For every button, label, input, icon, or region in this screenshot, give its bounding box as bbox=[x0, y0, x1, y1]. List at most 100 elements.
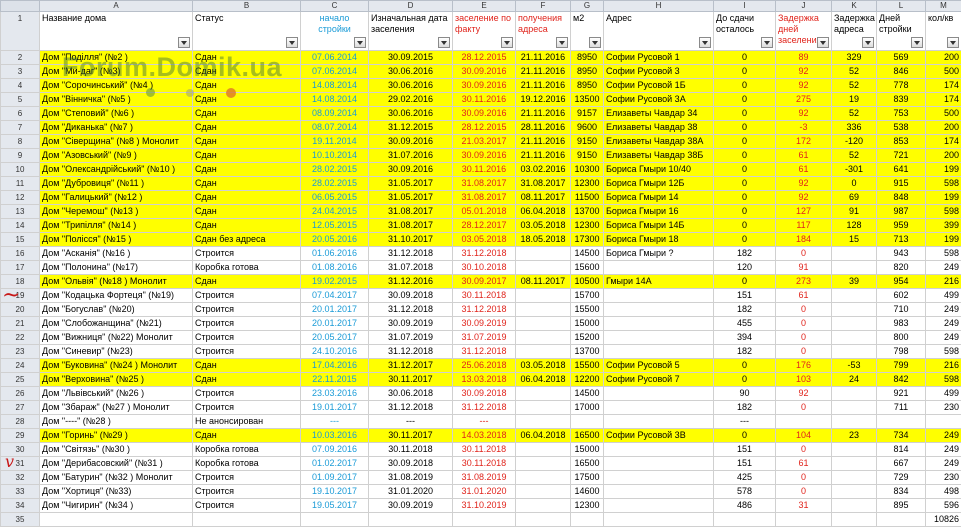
table-cell[interactable] bbox=[369, 513, 453, 527]
table-cell[interactable]: 598 bbox=[926, 345, 961, 359]
table-cell[interactable]: 14.08.2014 bbox=[301, 79, 369, 93]
table-cell[interactable]: 30.11.2018 bbox=[453, 443, 516, 457]
column-header-m[interactable]: M bbox=[926, 1, 961, 12]
table-cell[interactable]: -53 bbox=[832, 359, 877, 373]
table-cell[interactable]: Дом "Полонина" (№17) bbox=[40, 261, 193, 275]
table-cell[interactable]: 30.09.2019 bbox=[453, 317, 516, 331]
table-cell[interactable]: 172 bbox=[776, 135, 832, 149]
table-cell[interactable]: Софии Русовой 3 bbox=[604, 65, 714, 79]
table-cell[interactable]: 753 bbox=[877, 107, 926, 121]
table-cell[interactable]: 15600 bbox=[571, 261, 604, 275]
table-cell[interactable]: 92 bbox=[776, 79, 832, 93]
table-cell[interactable]: 30.06.2016 bbox=[369, 65, 453, 79]
table-cell[interactable]: 174 bbox=[926, 93, 961, 107]
filter-dropdown-icon[interactable] bbox=[761, 37, 773, 48]
table-cell[interactable]: 8950 bbox=[571, 65, 604, 79]
table-cell[interactable] bbox=[832, 289, 877, 303]
table-cell[interactable]: Дом "Диканька" (№7 ) bbox=[40, 121, 193, 135]
row-number[interactable]: 23 bbox=[1, 345, 40, 359]
table-cell[interactable]: 03.02.2016 bbox=[516, 163, 571, 177]
row-number[interactable]: 11 bbox=[1, 177, 40, 191]
table-cell[interactable]: Софии Русовой 3А bbox=[604, 93, 714, 107]
table-cell[interactable]: 01.09.2017 bbox=[301, 471, 369, 485]
table-cell[interactable]: Сдан bbox=[193, 135, 301, 149]
table-cell[interactable] bbox=[877, 513, 926, 527]
table-cell[interactable]: Софии Русовой 5 bbox=[604, 359, 714, 373]
filter-dropdown-icon[interactable] bbox=[589, 37, 601, 48]
table-cell[interactable]: 05.01.2018 bbox=[453, 205, 516, 219]
table-cell[interactable]: 598 bbox=[926, 247, 961, 261]
table-cell[interactable]: 19.01.2017 bbox=[301, 401, 369, 415]
row-number[interactable]: 16 bbox=[1, 247, 40, 261]
table-cell[interactable]: 0 bbox=[714, 65, 776, 79]
table-cell[interactable]: 498 bbox=[926, 485, 961, 499]
table-cell[interactable]: 03.05.2018 bbox=[516, 359, 571, 373]
table-cell[interactable]: 151 bbox=[714, 289, 776, 303]
row-number[interactable]: 18 bbox=[1, 275, 40, 289]
table-cell[interactable]: Строится bbox=[193, 345, 301, 359]
filter-dropdown-icon[interactable] bbox=[501, 37, 513, 48]
table-cell[interactable]: 0 bbox=[714, 107, 776, 121]
table-cell[interactable]: 15200 bbox=[571, 331, 604, 345]
table-cell[interactable]: 21.03.2017 bbox=[453, 135, 516, 149]
table-cell[interactable]: 31.07.2019 bbox=[369, 331, 453, 345]
table-cell[interactable] bbox=[604, 513, 714, 527]
table-cell[interactable]: 820 bbox=[877, 261, 926, 275]
table-cell[interactable]: Софии Русовой 7 bbox=[604, 373, 714, 387]
table-cell[interactable]: 03.05.2018 bbox=[516, 219, 571, 233]
column-header-g[interactable]: G bbox=[571, 1, 604, 12]
table-cell[interactable]: 641 bbox=[877, 163, 926, 177]
table-cell[interactable]: 799 bbox=[877, 359, 926, 373]
table-cell[interactable]: 30.09.2016 bbox=[453, 107, 516, 121]
table-cell[interactable]: 15000 bbox=[571, 317, 604, 331]
table-cell[interactable]: 713 bbox=[877, 233, 926, 247]
table-cell[interactable]: 249 bbox=[926, 457, 961, 471]
table-cell[interactable]: Строится bbox=[193, 247, 301, 261]
table-cell[interactable]: 19.10.2017 bbox=[301, 485, 369, 499]
table-cell[interactable]: 486 bbox=[714, 499, 776, 513]
table-cell[interactable]: 954 bbox=[877, 275, 926, 289]
table-cell[interactable]: 399 bbox=[926, 219, 961, 233]
table-cell[interactable]: Дом "Полісся" (№15 ) bbox=[40, 233, 193, 247]
table-cell[interactable]: 14500 bbox=[571, 387, 604, 401]
table-cell[interactable]: 52 bbox=[832, 79, 877, 93]
table-cell[interactable]: 20.05.2017 bbox=[301, 331, 369, 345]
table-cell[interactable]: 30.09.2016 bbox=[369, 163, 453, 177]
table-cell[interactable]: 895 bbox=[877, 499, 926, 513]
row-number[interactable]: 17 bbox=[1, 261, 40, 275]
filter-dropdown-icon[interactable] bbox=[911, 37, 923, 48]
table-cell[interactable]: 216 bbox=[926, 275, 961, 289]
table-cell[interactable]: 30.09.2017 bbox=[453, 275, 516, 289]
table-cell[interactable]: 30.11.2018 bbox=[369, 443, 453, 457]
table-cell[interactable]: Строится bbox=[193, 331, 301, 345]
table-cell[interactable]: 249 bbox=[926, 303, 961, 317]
table-cell[interactable]: 16500 bbox=[571, 457, 604, 471]
table-cell[interactable]: Дом "Львівський" (№26 ) bbox=[40, 387, 193, 401]
table-cell[interactable]: 151 bbox=[714, 457, 776, 471]
table-cell[interactable]: Строится bbox=[193, 387, 301, 401]
column-header-b[interactable]: B bbox=[193, 1, 301, 12]
table-cell[interactable]: Дом "Поділля" (№2 ) bbox=[40, 51, 193, 65]
table-cell[interactable]: 9157 bbox=[571, 107, 604, 121]
column-header-h[interactable]: H bbox=[604, 1, 714, 12]
table-cell[interactable]: Строится bbox=[193, 317, 301, 331]
table-cell[interactable]: 31.07.2016 bbox=[369, 149, 453, 163]
table-cell[interactable]: 07.06.2014 bbox=[301, 65, 369, 79]
row-number[interactable]: 21 bbox=[1, 317, 40, 331]
table-cell[interactable]: 394 bbox=[714, 331, 776, 345]
table-cell[interactable]: Дом "Трипілля" (№14 ) bbox=[40, 219, 193, 233]
table-cell[interactable]: 275 bbox=[776, 93, 832, 107]
table-cell[interactable]: Дом "Степовий" (№6 ) bbox=[40, 107, 193, 121]
table-cell[interactable]: Дом "Верховина" (№25 ) bbox=[40, 373, 193, 387]
table-cell[interactable]: 17000 bbox=[571, 401, 604, 415]
table-cell[interactable]: 21.11.2016 bbox=[516, 107, 571, 121]
table-cell[interactable]: 983 bbox=[877, 317, 926, 331]
table-cell[interactable]: 31.08.2017 bbox=[369, 205, 453, 219]
table-cell[interactable] bbox=[832, 261, 877, 275]
table-cell[interactable]: --- bbox=[301, 415, 369, 429]
table-cell[interactable]: Не анонсирован bbox=[193, 415, 301, 429]
table-cell[interactable]: 92 bbox=[776, 107, 832, 121]
table-cell[interactable]: 0 bbox=[714, 205, 776, 219]
table-cell[interactable] bbox=[301, 513, 369, 527]
table-cell[interactable]: 31.07.2018 bbox=[369, 261, 453, 275]
